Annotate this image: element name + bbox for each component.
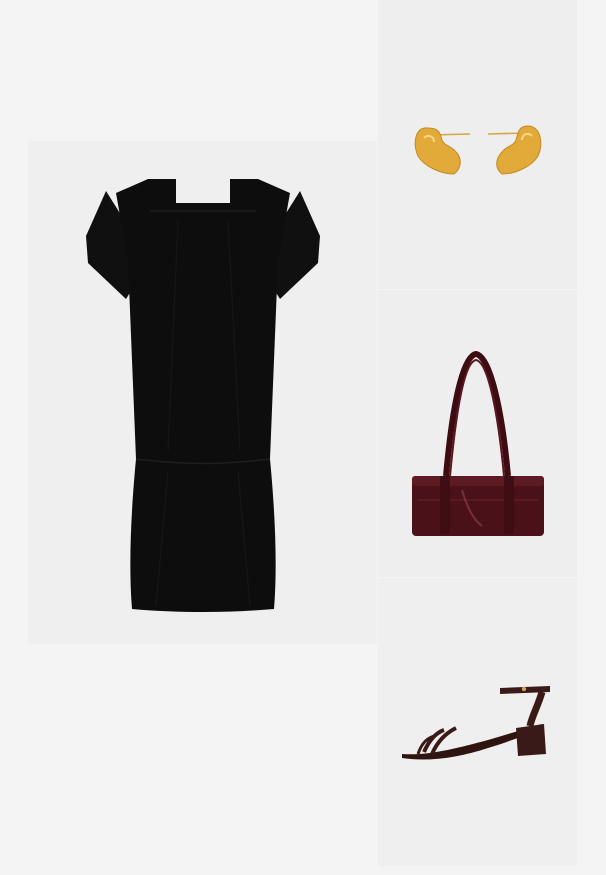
black-dress-image: [86, 179, 320, 612]
earrings-product-tile[interactable]: [378, 0, 577, 289]
dress-product-tile[interactable]: [28, 141, 377, 644]
brown-block-heel-sandal-image: [402, 686, 550, 760]
sandal-product-tile[interactable]: [378, 578, 577, 866]
gold-heart-earrings-image: [414, 125, 542, 175]
burgundy-shoulder-bag-image: [412, 350, 544, 536]
bag-product-tile[interactable]: [378, 290, 577, 577]
